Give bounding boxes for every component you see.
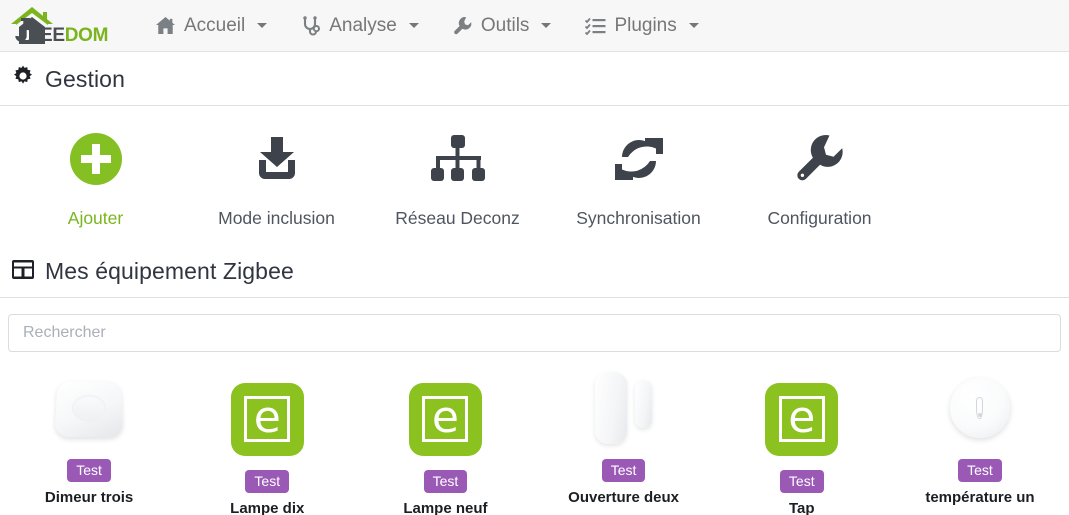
action-ajouter[interactable]: Ajouter	[5, 128, 186, 229]
home-icon	[155, 16, 176, 35]
status-badge: Test	[423, 470, 468, 493]
action-mode-inclusion[interactable]: Mode inclusion	[186, 128, 367, 229]
nav-item-label: Plugins	[614, 14, 677, 36]
action-toolbar: Ajouter Mode inclusion Réseau Deconz Syn…	[0, 106, 1069, 245]
device-card-dimeur-trois[interactable]: Test Dimeur trois	[0, 370, 178, 515]
sitemap-icon	[430, 128, 485, 190]
action-label: Configuration	[767, 208, 872, 228]
device-name: Dimeur trois	[44, 489, 134, 506]
chevron-down-icon	[541, 23, 552, 28]
inbox-download-icon	[251, 128, 303, 190]
nav-item-analyse[interactable]: Analyse	[284, 0, 436, 52]
device-card-lampe-neuf[interactable]: e Test Lampe neuf	[356, 381, 534, 515]
action-label: Mode inclusion	[218, 208, 335, 228]
device-name: Lampe neuf	[403, 500, 488, 515]
nav-item-accueil[interactable]: Accueil	[138, 0, 284, 52]
action-label: Synchronisation	[576, 208, 701, 228]
nav-item-label: Analyse	[329, 14, 397, 36]
list-check-icon	[585, 17, 606, 35]
action-synchronisation[interactable]: Synchronisation	[548, 128, 729, 229]
wrench-icon	[453, 16, 473, 36]
page-title: Gestion	[45, 65, 125, 92]
white-square-button-icon	[54, 370, 124, 446]
device-grid: Test Dimeur trois e Test Lampe dix e Tes…	[0, 362, 1069, 515]
round-temp-sensor-icon	[949, 370, 1010, 446]
device-card-lampe-dix[interactable]: e Test Lampe dix	[178, 381, 356, 515]
device-name: Tap	[788, 500, 815, 515]
search-input[interactable]	[8, 314, 1061, 352]
status-badge: Test	[67, 459, 111, 482]
green-e-tile-icon: e	[408, 381, 482, 457]
nav-links: Accueil Analyse Outils Plugins	[138, 0, 716, 52]
device-name: Ouverture deux	[568, 489, 680, 506]
brand-text-dom: DOM	[64, 24, 109, 46]
action-configuration[interactable]: Configuration	[729, 128, 910, 229]
chevron-down-icon	[688, 23, 699, 28]
device-name: Lampe dix	[230, 500, 305, 515]
wrench-icon	[795, 128, 845, 190]
chevron-down-icon	[257, 23, 268, 28]
jeedom-logo-link[interactable]: EEDOM	[6, 3, 118, 49]
action-reseau-deconz[interactable]: Réseau Deconz	[367, 128, 548, 229]
action-label: Réseau Deconz	[395, 208, 520, 228]
refresh-sync-icon	[614, 128, 664, 190]
green-e-tile-icon: e	[765, 381, 839, 457]
status-badge: Test	[958, 459, 1002, 482]
gear-icon	[12, 65, 34, 93]
jeedom-house-logo	[10, 5, 56, 49]
chevron-down-icon	[408, 23, 419, 28]
device-name: température un	[925, 489, 1035, 506]
green-e-tile-icon: e	[230, 381, 304, 457]
status-badge: Test	[601, 459, 646, 482]
device-card-ouverture-deux[interactable]: Test Ouverture deux	[535, 370, 713, 515]
top-navbar: EEDOM Accueil Analyse Outils Plugins	[0, 0, 1069, 52]
stethoscope-icon	[301, 15, 321, 36]
table-grid-icon	[12, 258, 34, 285]
device-card-temperature-un[interactable]: Test température un	[891, 370, 1069, 515]
nav-item-label: Outils	[480, 14, 530, 36]
plus-circle-icon	[69, 128, 122, 190]
nav-item-plugins[interactable]: Plugins	[568, 0, 715, 52]
action-label: Ajouter	[67, 208, 124, 228]
status-badge: Test	[245, 470, 290, 493]
status-badge: Test	[779, 470, 824, 493]
equipment-panel-header: Mes équipement Zigbee	[0, 245, 1069, 298]
nav-item-label: Accueil	[184, 14, 246, 36]
gestion-panel-header: Gestion	[0, 52, 1069, 106]
device-card-tap[interactable]: e Test Tap	[713, 381, 891, 515]
nav-item-outils[interactable]: Outils	[436, 0, 569, 52]
door-contact-sensor-icon	[595, 370, 653, 446]
section-title: Mes équipement Zigbee	[45, 258, 294, 284]
search-bar	[0, 298, 1069, 362]
